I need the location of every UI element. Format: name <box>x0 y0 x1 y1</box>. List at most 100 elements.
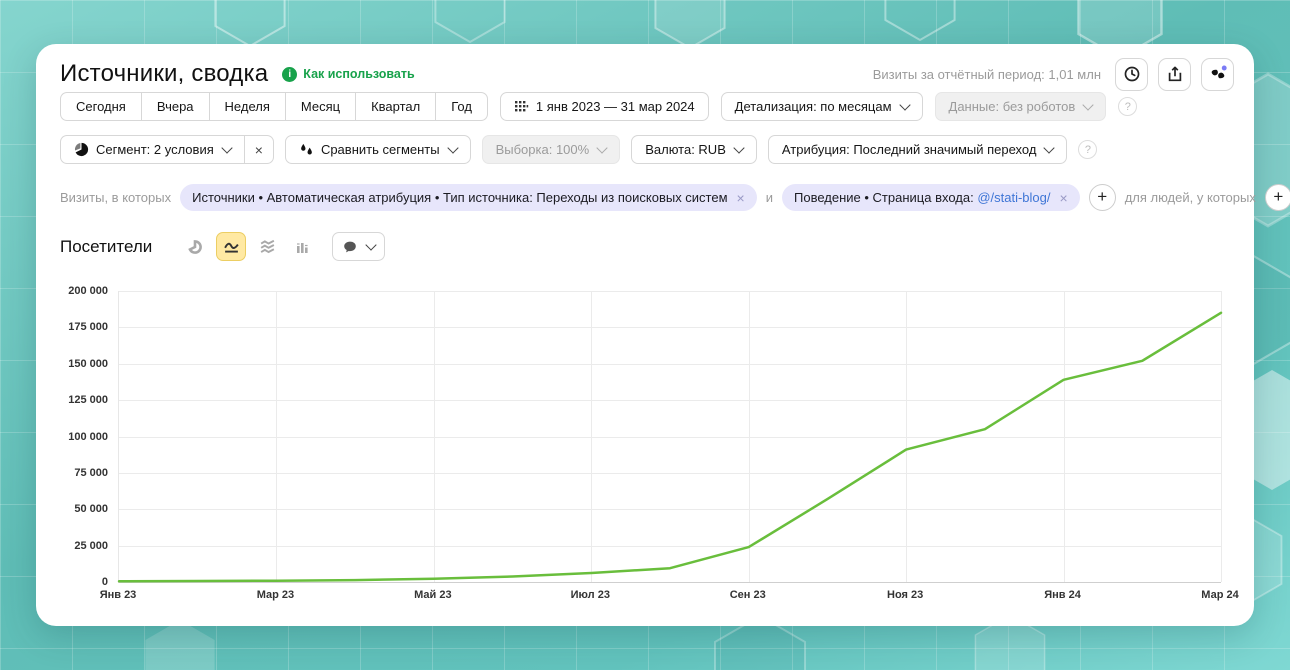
attribution-label: Атрибуция: Последний значимый переход <box>782 142 1037 157</box>
chevron-down-icon <box>733 142 744 153</box>
stacked-area-type-button[interactable] <box>252 232 282 261</box>
compare-segments-dropdown[interactable]: Сравнить сегменты <box>285 135 471 164</box>
ai-assistant-button[interactable] <box>1201 58 1234 91</box>
condition-chip-behavior[interactable]: Поведение • Страница входа: @/stati-blog… <box>782 184 1080 211</box>
detalization-label: Детализация: по месяцам <box>735 99 892 114</box>
page-title: Источники, сводка <box>60 60 268 88</box>
chart-toolbar: Посетители <box>60 232 385 261</box>
chevron-down-icon <box>597 142 608 153</box>
y-axis-label: 50 000 <box>36 503 108 515</box>
chevron-down-icon <box>899 99 910 110</box>
segment-split-button: Сегмент: 2 условия × <box>60 135 274 164</box>
visits-period-summary: Визиты за отчётный период: 1,01 млн <box>873 67 1101 82</box>
sampling-label: Выборка: 100% <box>496 142 590 157</box>
segment-dropdown[interactable]: Сегмент: 2 условия <box>60 135 244 164</box>
chevron-down-icon <box>221 142 232 153</box>
period-tab-3[interactable]: Неделя <box>209 92 285 121</box>
add-people-condition-button[interactable]: + <box>1265 184 1290 211</box>
close-icon[interactable]: × <box>737 191 745 205</box>
date-range-button[interactable]: 1 янв 2023 — 31 мар 2024 <box>500 92 709 121</box>
y-axis-label: 200 000 <box>36 285 108 297</box>
clock-icon <box>1123 65 1141 83</box>
segment-pie-icon <box>74 142 89 157</box>
x-axis-label: Янв 24 <box>1044 589 1081 601</box>
and-label: и <box>766 190 773 205</box>
y-axis-label: 125 000 <box>36 394 108 406</box>
annotations-dropdown[interactable] <box>332 232 385 261</box>
y-axis-label: 0 <box>36 576 108 588</box>
y-axis-label: 100 000 <box>36 431 108 443</box>
attribution-dropdown[interactable]: Атрибуция: Последний значимый переход <box>768 135 1068 164</box>
segment-clear-button[interactable]: × <box>244 135 274 164</box>
condition-chip-sources[interactable]: Источники • Автоматическая атрибуция • Т… <box>180 184 757 211</box>
compare-segments-label: Сравнить сегменты <box>321 142 440 157</box>
currency-label: Валюта: RUB <box>645 142 726 157</box>
chart-title: Посетители <box>60 237 152 257</box>
segment-conditions-row: Визиты, в которых Источники • Автоматиче… <box>60 184 1290 211</box>
x-axis-label: Сен 23 <box>730 589 766 601</box>
period-tab-5[interactable]: Квартал <box>355 92 435 121</box>
date-range-label: 1 янв 2023 — 31 мар 2024 <box>536 99 695 114</box>
currency-dropdown[interactable]: Валюта: RUB <box>631 135 757 164</box>
comment-icon <box>342 239 358 255</box>
entry-page-link[interactable]: @/stati-blog/ <box>977 190 1050 205</box>
chart-plot-area[interactable] <box>118 291 1221 583</box>
y-axis-label: 175 000 <box>36 321 108 333</box>
data-mode-dropdown[interactable]: Данные: без роботов <box>935 92 1107 121</box>
bar-chart-icon <box>295 239 311 255</box>
detalization-dropdown[interactable]: Детализация: по месяцам <box>721 92 923 121</box>
y-axis-label: 150 000 <box>36 358 108 370</box>
export-icon <box>1166 65 1184 83</box>
add-visit-condition-button[interactable]: + <box>1089 184 1116 211</box>
how-to-use-label: Как использовать <box>303 67 414 81</box>
y-axis-label: 75 000 <box>36 467 108 479</box>
period-tab-2[interactable]: Вчера <box>141 92 209 121</box>
how-to-use-link[interactable]: i Как использовать <box>282 67 414 82</box>
help-icon[interactable]: ? <box>1118 97 1137 116</box>
report-card: Источники, сводка i Как использовать Виз… <box>36 44 1254 626</box>
x-axis-label: Янв 23 <box>100 589 137 601</box>
ai-assistant-icon <box>1208 64 1228 84</box>
period-filter-row: СегодняВчераНеделяМесяцКварталГод 1 янв … <box>60 92 1137 121</box>
people-conditions-label: для людей, у которых <box>1125 190 1256 205</box>
pie-chart-type-button[interactable] <box>180 232 210 261</box>
chevron-down-icon <box>366 239 377 250</box>
x-axis-label: Мар 23 <box>257 589 294 601</box>
header-actions: Визиты за отчётный период: 1,01 млн <box>873 58 1234 91</box>
info-icon: i <box>282 67 297 82</box>
period-tabs-group: СегодняВчераНеделяМесяцКварталГод <box>60 92 488 121</box>
condition-chip-text: Поведение • Страница входа: @/stati-blog… <box>794 190 1051 205</box>
period-tab-1[interactable]: Сегодня <box>60 92 141 121</box>
report-header: Источники, сводка i Как использовать Виз… <box>60 56 1234 92</box>
x-axis-label: Мар 24 <box>1201 589 1238 601</box>
stacked-area-icon <box>259 238 276 255</box>
sampling-dropdown[interactable]: Выборка: 100% <box>482 135 621 164</box>
calendar-grid-icon <box>514 99 529 114</box>
chevron-down-icon <box>1044 142 1055 153</box>
chevron-down-icon <box>1083 99 1094 110</box>
segment-label: Сегмент: 2 условия <box>96 142 214 157</box>
bar-chart-type-button[interactable] <box>288 232 318 261</box>
y-axis-label: 25 000 <box>36 540 108 552</box>
period-tab-4[interactable]: Месяц <box>285 92 355 121</box>
x-axis-label: Ноя 23 <box>887 589 923 601</box>
x-axis-label: Июл 23 <box>571 589 610 601</box>
x-axis-label: Май 23 <box>414 589 451 601</box>
period-tab-6[interactable]: Год <box>435 92 488 121</box>
compare-drops-icon <box>299 142 314 157</box>
line-chart-type-button[interactable] <box>216 232 246 261</box>
segment-filter-row: Сегмент: 2 условия × Сравнить сегменты В… <box>60 135 1097 164</box>
close-icon[interactable]: × <box>1060 191 1068 205</box>
visitors-line-series <box>119 313 1221 582</box>
line-chart-icon <box>223 238 240 255</box>
visitors-line-chart: 0 25 000 50 000 75 000 100 000 125 000 150 000… <box>36 291 1254 621</box>
visits-conditions-prefix: Визиты, в которых <box>60 190 171 205</box>
condition-chip-text: Источники • Автоматическая атрибуция • Т… <box>192 190 727 205</box>
data-mode-label: Данные: без роботов <box>949 99 1076 114</box>
history-button[interactable] <box>1115 58 1148 91</box>
export-button[interactable] <box>1158 58 1191 91</box>
gridline-vertical <box>1221 291 1222 582</box>
help-icon[interactable]: ? <box>1078 140 1097 159</box>
pie-chart-icon <box>187 239 203 255</box>
chevron-down-icon <box>447 142 458 153</box>
